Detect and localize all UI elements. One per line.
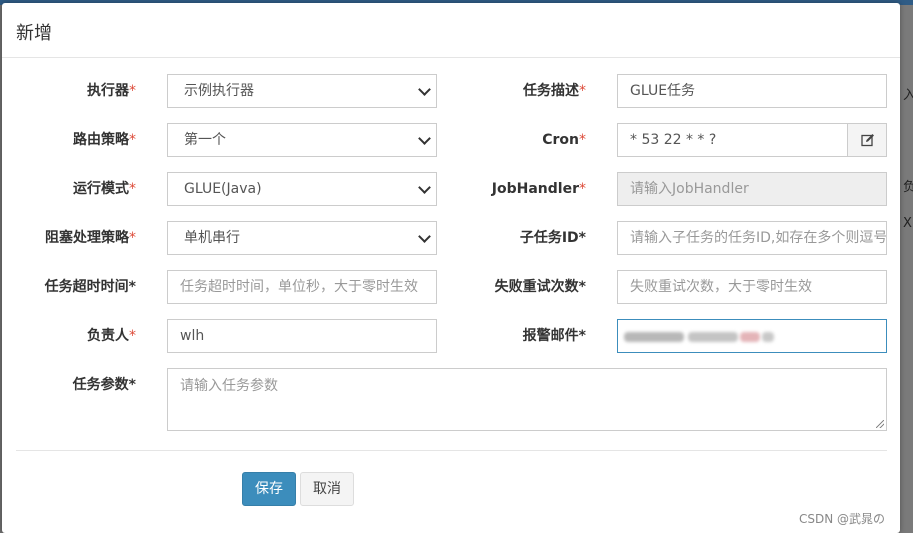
alarm-email-label: 报警邮件* [522,328,586,344]
job-param-textarea[interactable]: 请输入任务参数 [167,368,887,431]
child-job-id-input[interactable]: 请输入子任务的任务ID,如存在多个则逗号分隔 [617,221,887,255]
cancel-button[interactable]: 取消 [300,472,354,506]
add-job-dialog: 新增 执行器* 示例执行器 任务描述* GLUE任务 路由策略* 第一个 Cro… [2,3,900,533]
background-text: X [903,216,912,231]
resize-handle-icon[interactable] [876,420,884,428]
watermark: CSDN @武晁の [798,512,885,526]
route-strategy-select[interactable]: 第一个 [167,123,437,157]
cron-edit-button[interactable] [847,123,887,157]
executor-label: 执行器* [87,83,136,99]
fail-retry-label: 失败重试次数* [494,279,586,295]
cron-label: Cron* [542,132,586,148]
job-handler-input: 请输入JobHandler [617,172,887,206]
run-mode-label: 运行模式* [73,181,136,197]
block-strategy-select[interactable]: 单机串行 [167,221,437,255]
dialog-header: 新增 [2,3,900,58]
executor-select[interactable]: 示例执行器 [167,74,437,108]
footer-divider [16,450,887,451]
background-text: 入 [903,88,913,103]
route-strategy-label: 路由策略* [73,132,136,148]
redacted-email [762,332,774,342]
block-strategy-label: 阻塞处理策略* [45,230,136,246]
alarm-email-input[interactable] [617,319,887,353]
job-desc-input[interactable]: GLUE任务 [617,74,887,108]
timeout-input[interactable]: 任务超时时间，单位秒，大于零时生效 [167,270,437,304]
run-mode-select[interactable]: GLUE(Java) [167,172,437,206]
job-desc-label: 任务描述* [523,83,586,99]
fail-retry-input[interactable]: 失败重试次数，大于零时生效 [617,270,887,304]
job-param-label: 任务参数* [72,377,136,393]
dialog-title: 新增 [16,23,52,44]
timeout-label: 任务超时时间* [44,279,136,295]
child-job-id-label: 子任务ID* [519,230,586,246]
author-input[interactable]: wlh [167,319,437,353]
save-button[interactable]: 保存 [242,472,296,506]
job-handler-label: JobHandler* [491,181,586,197]
cron-input[interactable]: * 53 22 * * ? [617,123,848,157]
redacted-email [740,332,760,342]
redacted-email [688,332,738,342]
author-label: 负责人* [87,328,136,344]
edit-icon [861,134,874,147]
job-param-placeholder: 请输入任务参数 [180,378,278,394]
background-text: 负 [903,180,913,195]
redacted-email [624,332,684,342]
